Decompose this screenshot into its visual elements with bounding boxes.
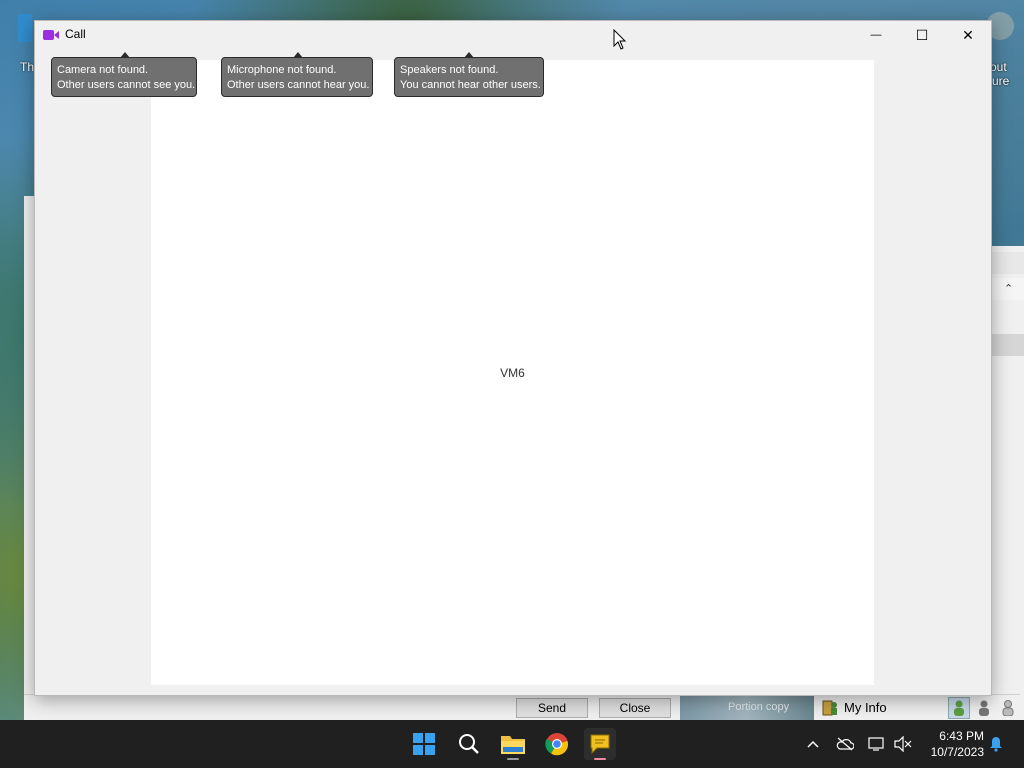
tooltip-line: Speakers not found. <box>400 64 499 76</box>
chrome-icon[interactable] <box>541 728 573 760</box>
tooltip-line: Other users cannot hear you. <box>227 79 370 91</box>
start-icon[interactable] <box>408 728 440 760</box>
maximize-button[interactable]: ☐ <box>899 21 945 49</box>
offline-status-icon[interactable] <box>998 698 1018 718</box>
status-icons <box>948 695 1020 720</box>
title-bar[interactable]: Call — ☐ ✕ <box>35 21 991 49</box>
onedrive-offline-icon[interactable] <box>834 720 856 768</box>
clock-time: 6:43 PM <box>939 729 984 743</box>
system-clock[interactable]: 6:43 PM 10/7/2023 <box>920 728 984 760</box>
chevron-up-icon[interactable]: ⌃ <box>1004 282 1013 295</box>
background-window-row <box>990 334 1024 356</box>
contact-card-icon <box>822 700 837 715</box>
running-indicator <box>594 758 606 760</box>
desktop-icon[interactable] <box>18 14 32 42</box>
close-button[interactable]: Close <box>599 698 671 718</box>
notification-bell-icon[interactable] <box>986 720 1006 768</box>
microphone-warning-tooltip: Microphone not found. Other users cannot… <box>221 52 373 97</box>
camera-warning-tooltip: Camera not found. Other users cannot see… <box>51 52 197 97</box>
participant-name: VM6 <box>500 366 525 380</box>
video-area: VM6 <box>151 60 874 685</box>
volume-muted-icon[interactable] <box>892 720 914 768</box>
maximize-icon: ☐ <box>915 26 929 43</box>
file-explorer-icon[interactable] <box>497 728 529 760</box>
online-status-icon[interactable] <box>948 696 970 719</box>
my-info-label: My Info <box>844 700 887 715</box>
call-window: Call — ☐ ✕ VM6 Camera not found. Other u… <box>34 20 992 696</box>
search-icon[interactable] <box>453 728 485 760</box>
tooltip-line: You cannot hear other users. <box>400 79 541 91</box>
tooltip-line: Camera not found. <box>57 64 149 76</box>
photo-strip: Portion copy <box>680 695 814 720</box>
minimize-icon: — <box>870 29 882 41</box>
my-info-button[interactable]: My Info <box>816 695 944 720</box>
mouse-cursor-icon <box>613 29 627 50</box>
taskbar: 6:43 PM 10/7/2023 <box>0 720 1024 768</box>
desktop-icon-label[interactable]: Th <box>20 60 34 74</box>
running-indicator <box>507 758 519 760</box>
video-camera-icon <box>43 30 59 40</box>
photo-caption: Portion copy <box>728 701 790 713</box>
close-icon: ✕ <box>962 26 974 43</box>
minimize-button[interactable]: — <box>853 21 899 49</box>
network-icon[interactable] <box>866 720 888 768</box>
away-status-icon[interactable] <box>974 698 994 718</box>
tooltip-line: Other users cannot see you. <box>57 79 196 91</box>
background-window <box>990 246 1024 720</box>
background-window-row <box>990 252 1024 274</box>
close-window-button[interactable]: ✕ <box>945 21 991 49</box>
tooltip-line: Microphone not found. <box>227 64 337 76</box>
chevron-up-icon[interactable] <box>803 720 823 768</box>
background-window-row: ⌃ <box>990 278 1024 300</box>
clock-date: 10/7/2023 <box>930 745 984 759</box>
desktop-icon-label[interactable]: ure <box>992 74 1009 88</box>
window-title: Call <box>65 27 86 41</box>
send-button[interactable]: Send <box>516 698 588 718</box>
desktop-icon-label[interactable]: out <box>990 60 1007 74</box>
speakers-warning-tooltip: Speakers not found. You cannot hear othe… <box>394 52 544 97</box>
messenger-icon[interactable] <box>584 728 616 760</box>
